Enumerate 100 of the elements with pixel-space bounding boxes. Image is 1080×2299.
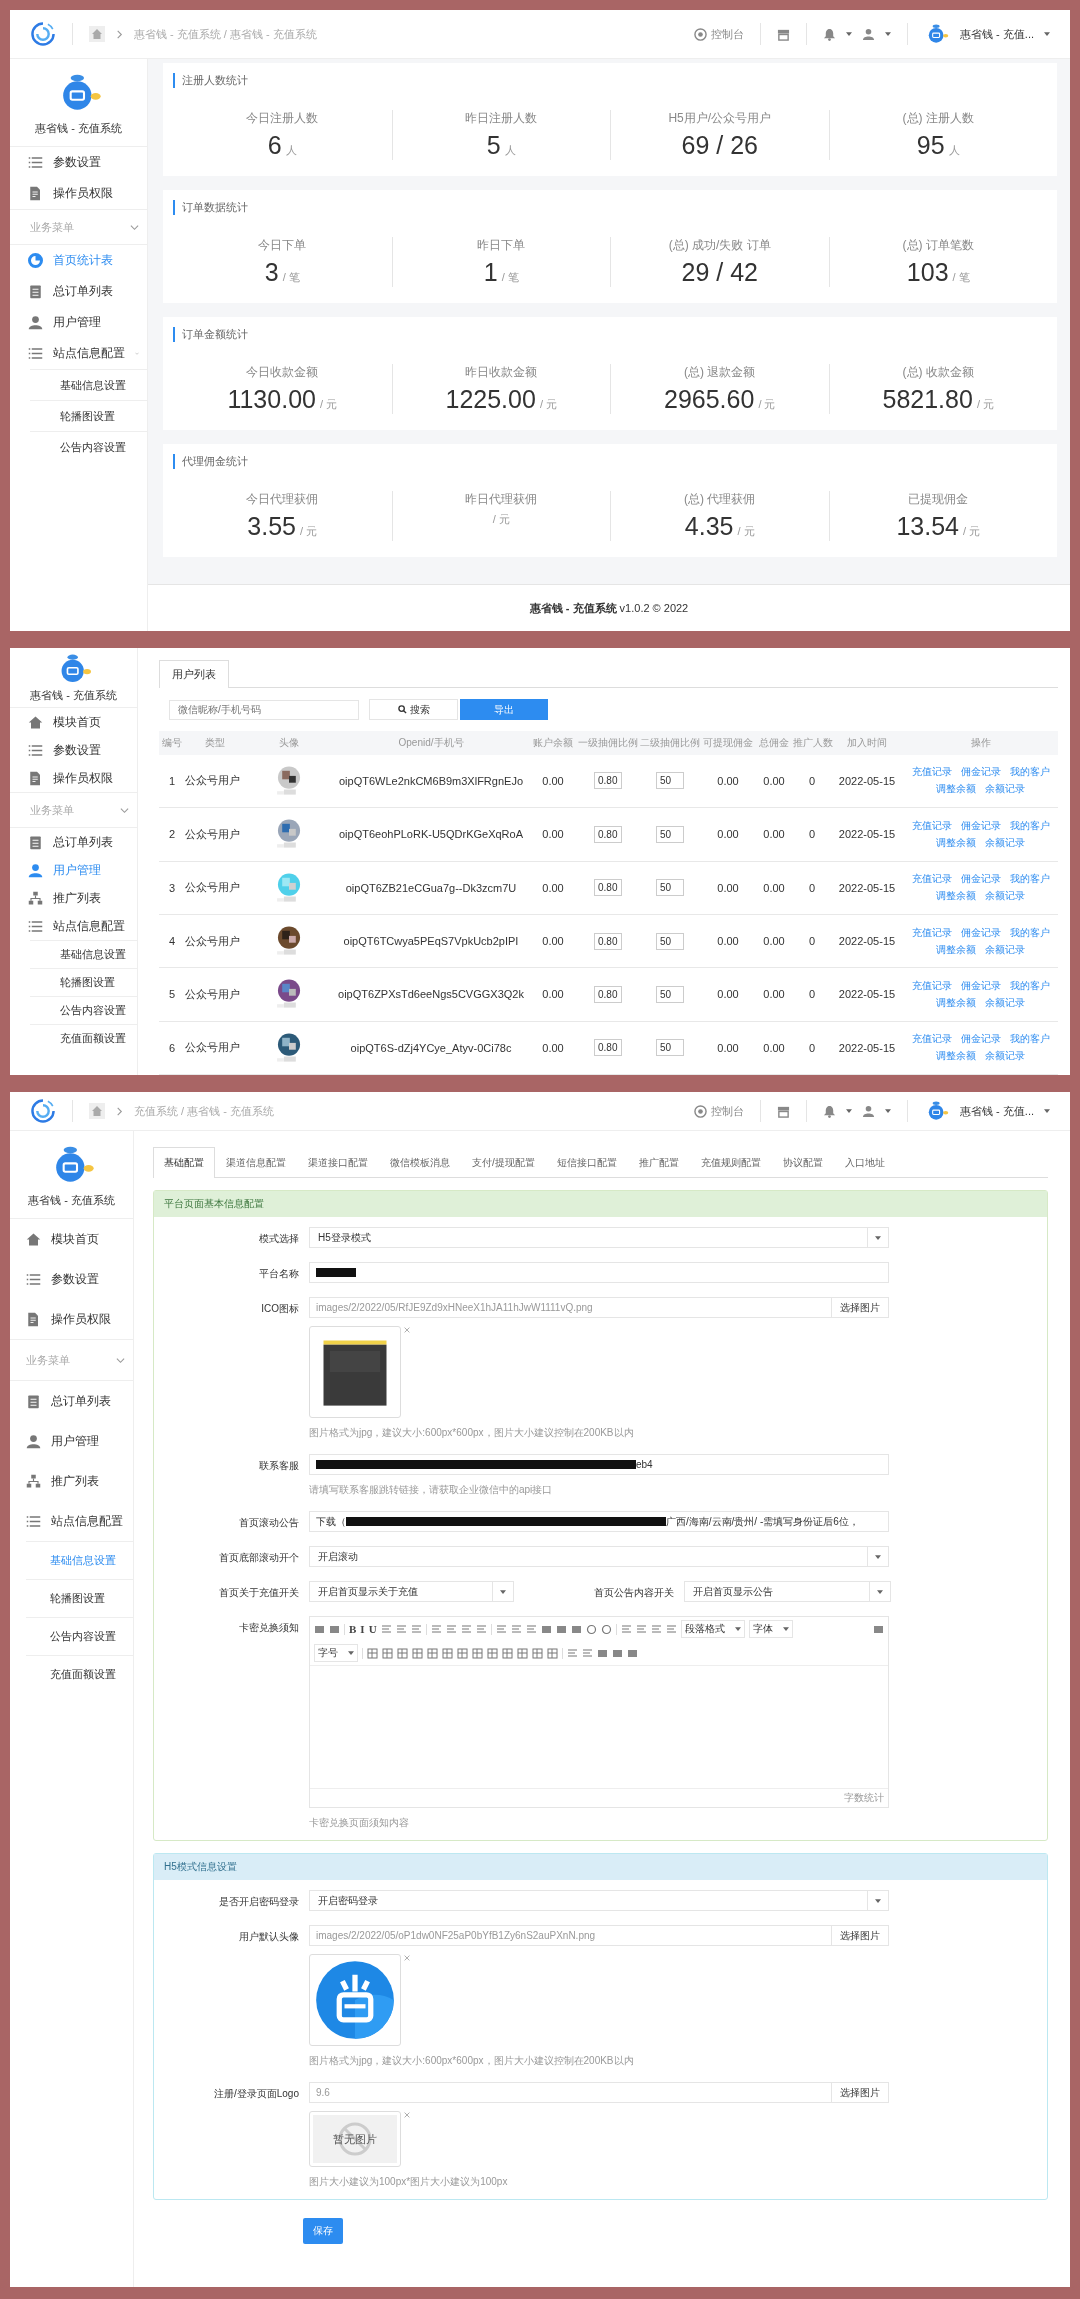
action-link[interactable]: 我的客户 [1009, 872, 1050, 887]
select-field[interactable]: 开启滚动 [309, 1546, 889, 1567]
rate-field[interactable]: 0.80 [594, 1039, 622, 1057]
submenu-item[interactable]: 充值面额设置 [30, 1024, 137, 1052]
rate-field[interactable]: 0.80 [594, 772, 622, 790]
image-icon[interactable] [329, 1623, 340, 1635]
action-link[interactable]: 余额记录 [985, 835, 1025, 850]
bell-icon[interactable] [823, 27, 837, 41]
toolbar-dropdown[interactable]: 字号 [314, 1644, 358, 1662]
sidebar-item[interactable]: 总订单列表 [10, 1381, 133, 1421]
action-link[interactable]: 调整余额 [936, 782, 976, 797]
select-field[interactable]: H5登录模式 [309, 1227, 889, 1248]
table-icon[interactable] [412, 1647, 423, 1659]
sidebar-item[interactable]: 总订单列表 [10, 276, 147, 307]
home-icon[interactable] [89, 1103, 105, 1119]
bell-icon[interactable] [823, 1104, 837, 1118]
action-link[interactable]: 我的客户 [1009, 978, 1050, 993]
image-icon[interactable] [873, 1623, 884, 1635]
sidebar-item[interactable]: 用户管理 [10, 856, 137, 884]
sidebar-item[interactable]: 站点信息配置 [10, 912, 137, 940]
tab[interactable]: 协议配置 [771, 1147, 834, 1178]
table-icon[interactable] [382, 1647, 393, 1659]
sidebar-item[interactable]: 参数设置 [10, 736, 137, 764]
align-icon[interactable] [445, 1623, 457, 1635]
action-link[interactable]: 佣金记录 [960, 925, 1001, 940]
tab[interactable]: 短信接口配置 [545, 1147, 628, 1178]
tab[interactable]: 渠道信息配置 [215, 1147, 297, 1178]
action-link[interactable]: 调整余额 [936, 995, 976, 1010]
image-icon[interactable] [540, 1623, 552, 1635]
user-icon[interactable] [862, 27, 876, 41]
image-icon[interactable] [314, 1623, 325, 1635]
align-icon[interactable] [665, 1623, 677, 1635]
action-link[interactable]: 充值记录 [911, 978, 952, 993]
image-icon[interactable] [570, 1623, 582, 1635]
action-link[interactable]: 我的客户 [1009, 925, 1050, 940]
align-icon[interactable] [650, 1623, 662, 1635]
action-link[interactable]: 余额记录 [985, 1049, 1025, 1064]
action-link[interactable]: 充值记录 [911, 872, 952, 887]
tab[interactable]: 渠道接口配置 [297, 1147, 379, 1178]
submenu-item[interactable]: 基础信息设置 [26, 1541, 133, 1579]
choose-image-button[interactable]: 选择图片 [832, 2082, 889, 2103]
align-icon[interactable] [620, 1623, 632, 1635]
submenu-item[interactable]: 公告内容设置 [30, 431, 147, 462]
action-link[interactable]: 余额记录 [985, 889, 1025, 904]
user-name[interactable]: 惠省钱 - 充值... [960, 26, 1034, 42]
action-link[interactable]: 调整余额 [936, 942, 976, 957]
select-field[interactable]: 开启首页显示公告 [684, 1581, 891, 1602]
table-icon[interactable] [502, 1647, 513, 1659]
app-logo-icon[interactable] [30, 1098, 56, 1124]
emoji-icon[interactable] [585, 1623, 597, 1635]
table-icon[interactable] [487, 1647, 498, 1659]
align-icon[interactable] [582, 1647, 593, 1659]
action-link[interactable]: 佣金记录 [960, 765, 1001, 780]
submenu-item[interactable]: 轮播图设置 [30, 968, 137, 996]
table-icon[interactable] [427, 1647, 438, 1659]
action-link[interactable]: 余额记录 [985, 942, 1025, 957]
action-link[interactable]: 我的客户 [1009, 765, 1050, 780]
sidebar-item[interactable]: 总订单列表 [10, 828, 137, 856]
table-icon[interactable] [472, 1647, 483, 1659]
action-link[interactable]: 调整余额 [936, 835, 976, 850]
choose-image-button[interactable]: 选择图片 [832, 1297, 889, 1318]
format-button[interactable]: B [349, 1623, 357, 1635]
align-icon[interactable] [510, 1623, 522, 1635]
action-link[interactable]: 佣金记录 [960, 978, 1001, 993]
close-icon[interactable] [403, 1954, 411, 1962]
table-icon[interactable] [517, 1647, 528, 1659]
submenu-item[interactable]: 轮播图设置 [30, 400, 147, 431]
table-icon[interactable] [532, 1647, 543, 1659]
sidebar-item[interactable]: 首页统计表 [10, 245, 147, 276]
rate-field[interactable]: 50 [656, 772, 684, 790]
action-link[interactable]: 佣金记录 [960, 872, 1001, 887]
align-icon[interactable] [475, 1623, 487, 1635]
tab[interactable]: 用户列表 [159, 660, 229, 688]
submenu-item[interactable]: 基础信息设置 [30, 940, 137, 968]
align-icon[interactable] [495, 1623, 507, 1635]
table-icon[interactable] [457, 1647, 468, 1659]
user-name[interactable]: 惠省钱 - 充值... [960, 1103, 1034, 1119]
align-icon[interactable] [430, 1623, 442, 1635]
rate-field[interactable]: 50 [656, 825, 684, 843]
table-icon[interactable] [397, 1647, 408, 1659]
close-icon[interactable] [403, 2111, 411, 2119]
text-field[interactable]: 下载（ 广西/海南/云南/贵州/ -需填写身份证后6位， [309, 1511, 889, 1532]
align-icon[interactable] [395, 1623, 407, 1635]
sidebar-item[interactable]: 参数设置 [10, 147, 147, 178]
align-icon[interactable] [410, 1623, 422, 1635]
tab[interactable]: 微信模板消息 [379, 1147, 461, 1178]
table-icon[interactable] [442, 1647, 453, 1659]
sidebar-item[interactable]: 参数设置 [10, 1259, 133, 1299]
rate-field[interactable]: 0.80 [594, 879, 622, 897]
table-icon[interactable] [547, 1647, 558, 1659]
action-link[interactable]: 余额记录 [985, 995, 1025, 1010]
user-icon[interactable] [862, 1104, 876, 1118]
sidebar-item[interactable]: 模块首页 [10, 708, 137, 736]
action-link[interactable]: 调整余额 [936, 889, 976, 904]
action-link[interactable]: 充值记录 [911, 925, 952, 940]
image-icon[interactable] [597, 1647, 608, 1659]
submenu-item[interactable]: 充值面额设置 [26, 1655, 133, 1693]
action-link[interactable]: 我的客户 [1009, 818, 1050, 833]
home-icon[interactable] [89, 26, 105, 42]
tab[interactable]: 推广配置 [627, 1147, 690, 1178]
